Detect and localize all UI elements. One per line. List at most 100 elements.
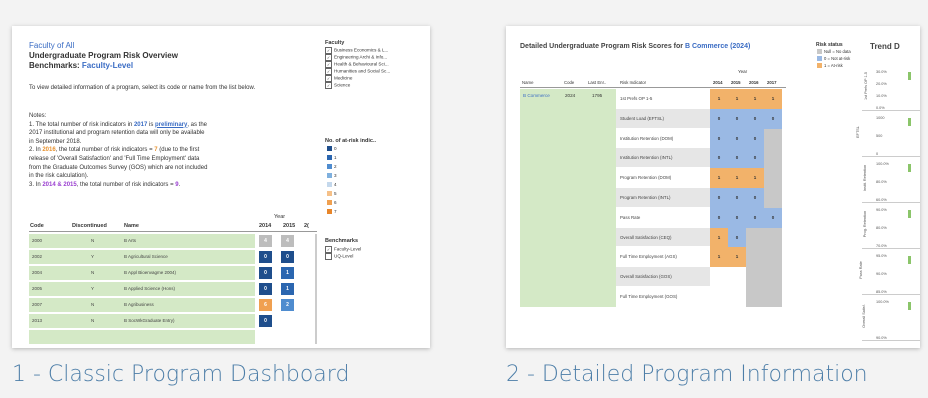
- risk-score-cell[interactable]: 1: [710, 168, 728, 188]
- risk-score-cell[interactable]: 0: [746, 108, 764, 129]
- risk-count-cell[interactable]: 2: [281, 299, 294, 311]
- indicator-row[interactable]: Institution Retention (DOM): [616, 128, 710, 148]
- risk-score-cell[interactable]: [764, 168, 782, 188]
- row-name[interactable]: B Appl Bioenvagme 2004): [124, 270, 176, 275]
- risk-count-cell[interactable]: 0: [259, 251, 272, 263]
- risk-score-cell[interactable]: 1: [764, 89, 782, 109]
- risk-score-cell[interactable]: 0: [728, 108, 746, 129]
- checkbox-checked-icon[interactable]: ✓: [325, 61, 332, 68]
- checkbox-unchecked-icon[interactable]: [325, 253, 332, 260]
- risk-score-cell[interactable]: 0: [710, 108, 728, 129]
- risk-score-cell[interactable]: 0: [710, 188, 728, 208]
- risk-score-cell[interactable]: 0: [746, 128, 764, 149]
- risk-score-cell[interactable]: 1: [728, 247, 746, 268]
- risk-score-cell[interactable]: [764, 148, 782, 169]
- row-name[interactable]: B Agribusiness: [124, 302, 154, 307]
- faculty-option[interactable]: ✓ Business Economics & L...: [325, 47, 388, 54]
- indicator-row[interactable]: Student Load (EFTSL): [616, 108, 710, 128]
- faculty-option[interactable]: ✓ Science: [325, 82, 350, 89]
- risk-score-cell[interactable]: [764, 267, 782, 287]
- risk-count-cell[interactable]: 1: [281, 267, 294, 279]
- table-row[interactable]: 2000 N B Arts: [29, 234, 255, 248]
- indicator-row[interactable]: Program Retention (DOM): [616, 168, 710, 187]
- row-code[interactable]: 2005: [32, 286, 42, 291]
- table-row[interactable]: 2013 N B SocWkGraduate Entry): [29, 314, 255, 328]
- table-scrollbar[interactable]: [315, 234, 317, 344]
- benchmarks-link[interactable]: Faculty-Level: [82, 61, 133, 70]
- row-code[interactable]: 2002: [32, 254, 42, 259]
- risk-score-cell[interactable]: [746, 247, 764, 268]
- risk-score-cell[interactable]: 0: [710, 128, 728, 149]
- table-row[interactable]: 2007 N B Agribusiness: [29, 298, 255, 312]
- risk-count-cell[interactable]: 0: [259, 267, 272, 279]
- indicator-row[interactable]: Program Retention (INTL): [616, 188, 710, 207]
- risk-score-cell[interactable]: [746, 287, 764, 307]
- risk-score-cell[interactable]: [764, 287, 782, 307]
- row-code[interactable]: 2004: [32, 270, 42, 275]
- row-name[interactable]: B Agricultural Science: [124, 254, 168, 259]
- risk-score-cell[interactable]: [764, 188, 782, 208]
- risk-score-cell[interactable]: 1: [710, 247, 728, 268]
- row-code[interactable]: 2000: [32, 238, 42, 243]
- risk-score-cell[interactable]: 0: [710, 148, 728, 169]
- detail-program-cell[interactable]: B Commerce: [523, 93, 550, 98]
- risk-score-cell[interactable]: [710, 287, 728, 307]
- risk-score-cell[interactable]: 1: [728, 89, 746, 109]
- dashboard-thumbnail-detailed[interactable]: Detailed Undergraduate Program Risk Scor…: [506, 26, 920, 348]
- classic-dashboard-link[interactable]: 1 - Classic Program Dashboard: [12, 362, 349, 387]
- row-code[interactable]: 2013: [32, 318, 42, 323]
- row-code[interactable]: 2007: [32, 302, 42, 307]
- risk-score-cell[interactable]: 0: [728, 207, 746, 228]
- checkbox-checked-icon[interactable]: ✓: [325, 75, 332, 82]
- risk-score-cell[interactable]: 1: [710, 227, 728, 248]
- indicator-row[interactable]: Full Time Employment (AGS): [616, 247, 710, 267]
- risk-score-cell[interactable]: 0: [764, 108, 782, 129]
- benchmark-option[interactable]: UQ-Level: [325, 253, 353, 260]
- row-name[interactable]: B SocWkGraduate Entry): [124, 318, 175, 323]
- indicator-row[interactable]: Overall Satisfaction (CEQ): [616, 227, 710, 247]
- table-row[interactable]: [29, 330, 255, 344]
- indicator-row[interactable]: Institution Retention (INTL): [616, 148, 710, 168]
- table-row[interactable]: 2002 Y B Agricultural Science: [29, 250, 255, 264]
- risk-score-cell[interactable]: 0: [746, 148, 764, 169]
- risk-score-cell[interactable]: 0: [764, 207, 782, 228]
- checkbox-checked-icon[interactable]: ✓: [325, 246, 332, 253]
- row-name[interactable]: B Applied Science (Hons): [124, 286, 175, 291]
- risk-score-cell[interactable]: [764, 227, 782, 248]
- row-name[interactable]: B Arts: [124, 238, 136, 243]
- risk-score-cell[interactable]: [710, 267, 728, 287]
- risk-score-cell[interactable]: 1: [710, 89, 728, 109]
- checkbox-checked-icon[interactable]: ✓: [325, 47, 332, 54]
- risk-score-cell[interactable]: 0: [728, 128, 746, 149]
- checkbox-checked-icon[interactable]: ✓: [325, 54, 332, 61]
- risk-score-cell[interactable]: 1: [746, 168, 764, 188]
- risk-score-cell[interactable]: [746, 227, 764, 248]
- benchmark-option[interactable]: ✓ Faculty-Level: [325, 246, 361, 253]
- faculty-option[interactable]: ✓ Health & Behavioural Sci...: [325, 61, 389, 68]
- risk-count-cell[interactable]: 0: [259, 283, 272, 295]
- risk-score-cell[interactable]: 0: [746, 207, 764, 228]
- indicator-row[interactable]: 1st Prefs OP 1-5: [616, 89, 710, 108]
- checkbox-checked-icon[interactable]: ✓: [325, 82, 332, 89]
- checkbox-checked-icon[interactable]: ✓: [325, 68, 332, 75]
- indicator-row[interactable]: Full Time Employment (GOS): [616, 287, 710, 306]
- risk-count-cell[interactable]: 0: [259, 315, 272, 327]
- risk-count-cell[interactable]: 4: [281, 235, 294, 247]
- risk-count-cell[interactable]: 0: [281, 251, 294, 263]
- detailed-program-link[interactable]: 2 - Detailed Program Information: [506, 362, 868, 387]
- faculty-option[interactable]: ✓ Medicine: [325, 75, 352, 82]
- risk-count-cell[interactable]: 4: [259, 235, 272, 247]
- risk-score-cell[interactable]: [728, 267, 746, 287]
- risk-score-cell[interactable]: [746, 267, 764, 287]
- risk-score-cell[interactable]: 1: [728, 168, 746, 188]
- table-row[interactable]: 2004 N B Appl Bioenvagme 2004): [29, 266, 255, 280]
- indicator-row[interactable]: Overall Satisfaction (GOS): [616, 267, 710, 286]
- risk-score-cell[interactable]: 0: [728, 227, 746, 248]
- risk-score-cell[interactable]: [764, 128, 782, 149]
- risk-score-cell[interactable]: [728, 287, 746, 307]
- faculty-option[interactable]: ✓ Engineering Archi & Info...: [325, 54, 387, 61]
- risk-count-cell[interactable]: 1: [281, 283, 294, 295]
- risk-score-cell[interactable]: [764, 247, 782, 268]
- risk-count-cell[interactable]: 6: [259, 299, 272, 311]
- table-row[interactable]: 2005 Y B Applied Science (Hons): [29, 282, 255, 296]
